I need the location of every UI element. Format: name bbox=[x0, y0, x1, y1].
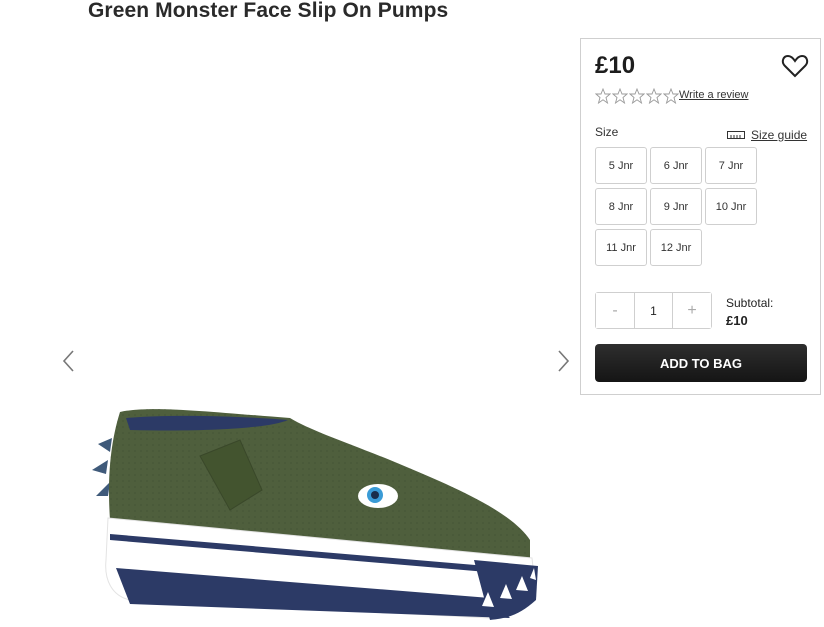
add-to-bag-button[interactable]: ADD TO BAG bbox=[595, 344, 807, 382]
quantity-increase-button[interactable]: + bbox=[673, 293, 711, 328]
quantity-stepper: - + bbox=[595, 292, 712, 329]
size-option[interactable]: 8 Jnr bbox=[595, 188, 647, 225]
purchase-panel: £10 Write a review Size Size guide 5 Jnr… bbox=[580, 38, 821, 395]
quantity-decrease-button[interactable]: - bbox=[596, 293, 634, 328]
size-option[interactable]: 10 Jnr bbox=[705, 188, 757, 225]
size-options: 5 Jnr 6 Jnr 7 Jnr 8 Jnr 9 Jnr 10 Jnr 11 … bbox=[595, 147, 759, 266]
star-outline-icon bbox=[612, 88, 628, 104]
size-label: Size bbox=[595, 125, 619, 139]
size-option[interactable]: 6 Jnr bbox=[650, 147, 702, 184]
size-guide-link[interactable]: Size guide bbox=[727, 128, 807, 142]
quantity-input[interactable] bbox=[634, 293, 673, 328]
star-outline-icon bbox=[629, 88, 645, 104]
write-review-link[interactable]: Write a review bbox=[679, 89, 748, 101]
subtotal-label: Subtotal: bbox=[726, 296, 774, 310]
subtotal: Subtotal: £10 bbox=[726, 295, 773, 329]
chevron-right-icon[interactable] bbox=[552, 348, 572, 374]
heart-icon[interactable] bbox=[781, 53, 809, 79]
chevron-left-icon[interactable] bbox=[60, 348, 80, 374]
size-option[interactable]: 5 Jnr bbox=[595, 147, 647, 184]
product-gallery bbox=[60, 40, 580, 627]
size-option[interactable]: 7 Jnr bbox=[705, 147, 757, 184]
size-guide-label: Size guide bbox=[751, 128, 808, 142]
product-image bbox=[92, 409, 538, 620]
star-outline-icon bbox=[646, 88, 662, 104]
size-option[interactable]: 11 Jnr bbox=[595, 229, 647, 266]
rating-stars bbox=[595, 88, 679, 104]
size-option[interactable]: 12 Jnr bbox=[650, 229, 702, 266]
subtotal-value: £10 bbox=[726, 313, 748, 328]
size-option[interactable]: 9 Jnr bbox=[650, 188, 702, 225]
star-outline-icon bbox=[595, 88, 611, 104]
star-outline-icon bbox=[663, 88, 679, 104]
product-title: Green Monster Face Slip On Pumps bbox=[88, 0, 449, 22]
ruler-icon bbox=[727, 131, 745, 139]
product-price: £10 bbox=[595, 52, 636, 79]
